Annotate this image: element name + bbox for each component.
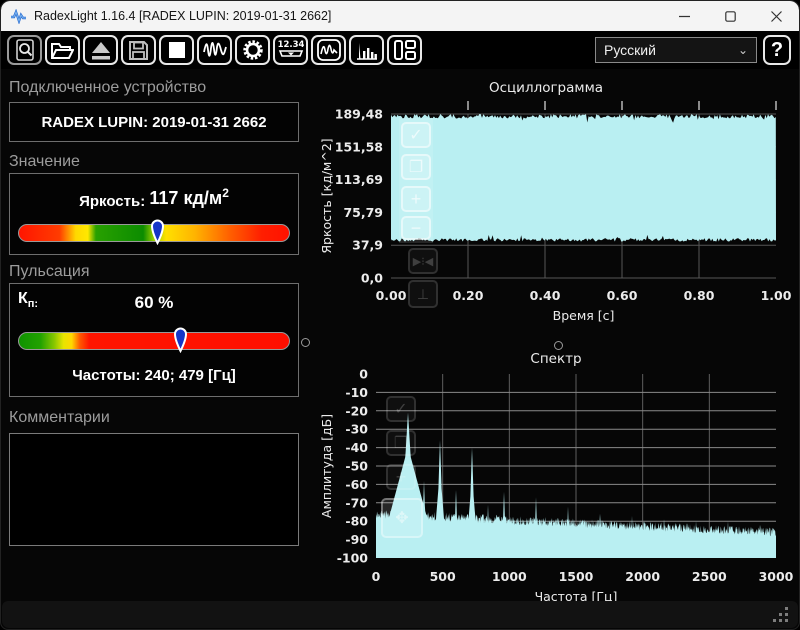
svg-text:2000: 2000	[625, 569, 660, 584]
value-box: Яркость: 117 кд/м2	[9, 173, 299, 255]
maximize-button[interactable]	[707, 1, 753, 31]
svg-text:-10: -10	[345, 385, 368, 400]
report-preview-button[interactable]	[7, 35, 42, 65]
app-icon	[11, 8, 26, 24]
value-section-header: Значение	[9, 153, 80, 170]
svg-text:3000: 3000	[759, 569, 794, 584]
svg-text:75,79: 75,79	[343, 205, 383, 220]
svg-text:-40: -40	[345, 440, 368, 455]
svg-text:-70: -70	[345, 495, 368, 510]
resize-grip[interactable]	[773, 607, 788, 622]
svg-text:1.00: 1.00	[761, 288, 792, 303]
status-bar	[2, 601, 798, 628]
osc-ghost-zoom-in-button[interactable]: +	[401, 186, 431, 212]
eject-device-button[interactable]	[83, 35, 118, 65]
luminance-value: Яркость: 117 кд/м2	[79, 186, 229, 210]
comments-input[interactable]	[9, 433, 299, 546]
spectrum-chart: Спектр 0 -10 -20 -30 -40 -50 -60 -70 -80 -90 -100 0 5…	[311, 346, 800, 630]
stop-button[interactable]	[159, 35, 194, 65]
minimize-button[interactable]	[661, 1, 707, 31]
svg-text:0: 0	[359, 367, 368, 382]
spectrum-view-button[interactable]	[349, 35, 384, 65]
svg-text:Время [с]: Время [с]	[553, 308, 615, 323]
numeric-display-button[interactable]: 12.34	[273, 35, 308, 65]
svg-text:0: 0	[372, 569, 381, 584]
pulsation-section-header: Пульсация	[9, 263, 90, 280]
language-select[interactable]: Русский ⌄	[595, 37, 757, 63]
oscillogram-view-button[interactable]	[311, 35, 346, 65]
svg-text:Яркость [кд/м^2]: Яркость [кд/м^2]	[319, 138, 334, 253]
spec-ghost-annotate-button[interactable]: ✓	[386, 396, 416, 422]
spec-ghost-zoom-in-button[interactable]: +	[386, 464, 416, 490]
splitter-dot-left[interactable]	[301, 338, 310, 347]
oscillogram-chart: Осциллограмма 189,48 151,58 113,69 75,79 37,9…	[311, 76, 800, 346]
svg-text:0.40: 0.40	[530, 288, 561, 303]
chevron-down-icon: ⌄	[737, 43, 748, 57]
device-name: RADEX LUPIN: 2019-01-31 2662	[41, 113, 267, 131]
save-button[interactable]	[121, 35, 156, 65]
spec-ghost-copy-button[interactable]: ❐	[386, 430, 416, 456]
svg-text:-90: -90	[345, 532, 368, 547]
device-section-header: Подключенное устройство	[9, 79, 207, 96]
osc-ghost-fit-width-button[interactable]: ▶⁝◀	[408, 248, 438, 274]
waveform-mode-button[interactable]	[197, 35, 232, 65]
spec-ghost-pan-button[interactable]: ✥	[381, 498, 423, 538]
luminance-marker	[150, 219, 164, 245]
svg-text:Амплитуда [дБ]: Амплитуда [дБ]	[319, 414, 334, 518]
svg-text:189,48: 189,48	[335, 107, 383, 122]
svg-text:1000: 1000	[492, 569, 527, 584]
svg-text:1500: 1500	[559, 569, 594, 584]
svg-text:-30: -30	[345, 422, 368, 437]
close-button[interactable]	[753, 1, 799, 31]
help-button[interactable]: ?	[763, 35, 791, 65]
layout-button[interactable]	[387, 35, 422, 65]
svg-text:-100: -100	[337, 551, 369, 566]
svg-text:-50: -50	[345, 459, 368, 474]
pulsation-marker	[173, 327, 187, 353]
settings-button[interactable]	[235, 35, 270, 65]
pulsation-box: Кп: 60 % Частоты: 240; 479 [Гц]	[9, 283, 299, 397]
osc-ghost-copy-button[interactable]: ❐	[401, 154, 431, 180]
osc-ghost-fit-height-button[interactable]: ⊥	[408, 280, 438, 308]
toolbar: 12.34 Русский ⌄ ?	[1, 31, 799, 69]
svg-text:0.60: 0.60	[607, 288, 638, 303]
comments-section-header: Комментарии	[9, 409, 110, 426]
svg-text:2500: 2500	[692, 569, 727, 584]
svg-text:Спектр: Спектр	[530, 351, 581, 367]
svg-text:-20: -20	[345, 403, 368, 418]
oscillogram-plot[interactable]: Осциллограмма 189,48 151,58 113,69 75,79 37,9…	[311, 76, 800, 346]
svg-text:500: 500	[430, 569, 456, 584]
osc-ghost-annotate-button[interactable]: ✓	[401, 122, 431, 148]
osc-ghost-zoom-out-button[interactable]: −	[401, 216, 431, 240]
window-title: RadexLight 1.16.4 [RADEX LUPIN: 2019-01-…	[34, 9, 332, 23]
language-value: Русский	[604, 42, 656, 58]
svg-text:-80: -80	[345, 514, 368, 529]
svg-text:0.00: 0.00	[376, 288, 407, 303]
numeric-display-text: 12.34	[278, 40, 304, 50]
kp-value: 60 %	[134, 293, 174, 312]
help-label: ?	[770, 38, 784, 61]
svg-text:0.80: 0.80	[684, 288, 715, 303]
frequencies-text: Частоты: 240; 479 [Гц]	[72, 367, 236, 384]
luminance-scale	[18, 219, 290, 245]
spectrum-plot[interactable]: Спектр0-10-20-30-40-50-60-70-80-90-1000 5…	[311, 346, 800, 630]
pulsation-scale	[18, 327, 290, 353]
app-window: RadexLight 1.16.4 [RADEX LUPIN: 2019-01-…	[0, 0, 800, 630]
pulsation-scale-bar	[18, 332, 290, 350]
svg-text:151,58: 151,58	[335, 139, 383, 154]
svg-text:Осциллограмма: Осциллограмма	[489, 80, 603, 96]
svg-text:0.20: 0.20	[453, 288, 484, 303]
svg-text:113,69: 113,69	[335, 172, 383, 187]
device-box: RADEX LUPIN: 2019-01-31 2662	[9, 102, 299, 142]
svg-text:0,0: 0,0	[361, 271, 383, 286]
title-bar[interactable]: RadexLight 1.16.4 [RADEX LUPIN: 2019-01-…	[1, 1, 799, 31]
svg-text:-60: -60	[345, 477, 368, 492]
open-file-button[interactable]	[45, 35, 80, 65]
svg-text:37,9: 37,9	[352, 238, 383, 253]
